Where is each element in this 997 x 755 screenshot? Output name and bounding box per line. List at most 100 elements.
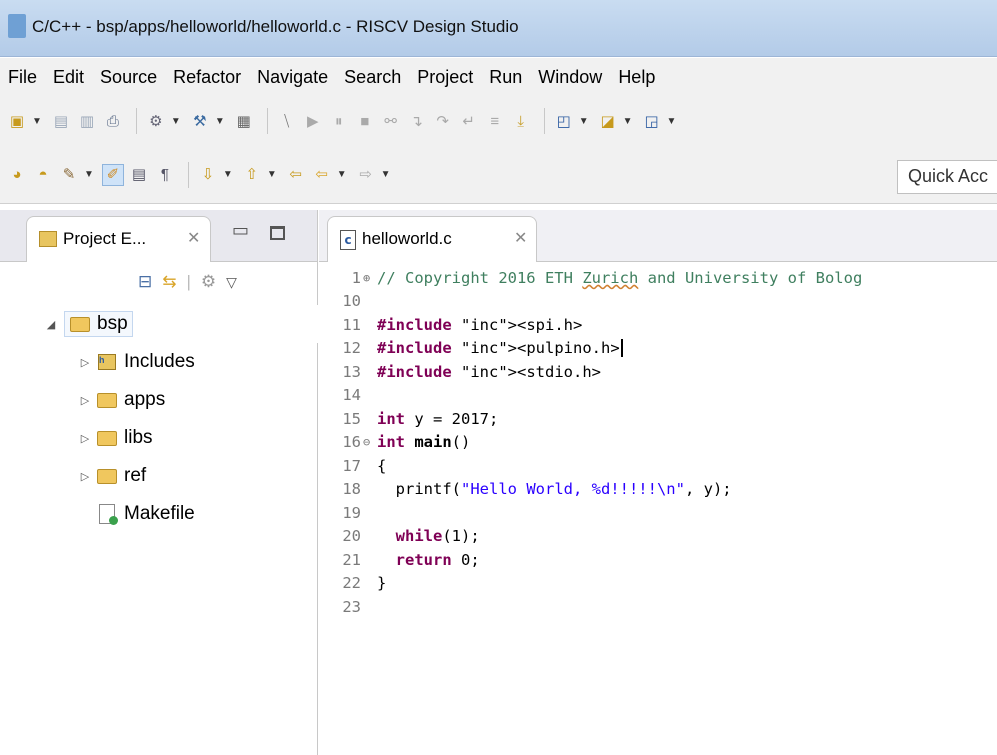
- code-line: 20 while(1);: [319, 525, 997, 549]
- drop-to-frame-icon[interactable]: ⤓: [510, 110, 532, 132]
- tab-helloworld-c[interactable]: c helloworld.c ✕: [327, 216, 537, 262]
- step-return-icon[interactable]: ↵: [458, 110, 480, 132]
- menu-project[interactable]: Project: [417, 67, 473, 88]
- previous-annotation-dropdown-icon[interactable]: ▼: [267, 169, 277, 180]
- step-into-icon[interactable]: ↴: [406, 110, 428, 132]
- new-file-dropdown-icon[interactable]: ▼: [667, 116, 677, 127]
- project-explorer-panel: Project E... ✕ ▭ ⊟ ⇆ | ⚙ ▽ ◢ bsp ▷ h Inc…: [0, 210, 318, 755]
- collapse-all-icon[interactable]: ⊟: [138, 272, 152, 292]
- filters-icon[interactable]: ⚙: [201, 272, 216, 292]
- tree-item-libs[interactable]: ▷ libs: [0, 419, 318, 457]
- window-title: C/C++ - bsp/apps/helloworld/helloworld.c…: [32, 17, 519, 36]
- code-text: // Copyright 2016 ETH Zurich and Univers…: [377, 268, 863, 287]
- main-toolbar: ▣ ▼ ▤ ▥ ⎙ ⚙ ▼ ⚒ ▼ ▦ ⧹ ▶ ⏸ ■ ⚯ ↴ ↷ ↵ ≡ ⤓ ◰ ▼ …: [0, 96, 997, 146]
- search-brush-icon[interactable]: ✎: [58, 164, 80, 186]
- code-text: while(1);: [395, 527, 480, 546]
- line-number: 13: [342, 362, 361, 381]
- code-line: 16 ⊖ int main(): [319, 431, 997, 455]
- save-icon[interactable]: ▤: [50, 110, 72, 132]
- forward-dropdown-icon[interactable]: ▼: [381, 169, 391, 180]
- toolbar-separator: [266, 108, 268, 134]
- tree-item-label: Makefile: [124, 503, 195, 524]
- c-file-icon: c: [340, 230, 356, 250]
- next-annotation-dropdown-icon[interactable]: ▼: [223, 169, 233, 180]
- tree-item-makefile[interactable]: Makefile: [0, 495, 318, 533]
- code-line: 17 {: [319, 454, 997, 478]
- build-dropdown-icon[interactable]: ▼: [215, 116, 225, 127]
- code-line: 12 #include "inc"><pulpino.h>: [319, 337, 997, 361]
- menu-edit[interactable]: Edit: [53, 67, 84, 88]
- menu-help[interactable]: Help: [618, 67, 655, 88]
- new-dropdown-icon[interactable]: ▼: [32, 116, 42, 127]
- app-icon: [8, 14, 26, 38]
- save-all-icon[interactable]: ▥: [76, 110, 98, 132]
- new-icon[interactable]: ▣: [6, 110, 28, 132]
- tree-item-label: bsp: [97, 313, 128, 334]
- link-with-editor-icon[interactable]: ⇆: [162, 272, 176, 292]
- project-explorer-tools: ⊟ ⇆ | ⚙ ▽: [138, 272, 247, 292]
- menu-window[interactable]: Window: [538, 67, 602, 88]
- show-whitespace-icon[interactable]: ¶: [154, 164, 176, 186]
- new-project-dropdown-icon[interactable]: ▼: [579, 116, 589, 127]
- expand-arrow-icon[interactable]: ▷: [78, 356, 92, 369]
- next-annotation-icon[interactable]: ⇩: [197, 164, 219, 186]
- back-icon[interactable]: ⇦: [311, 164, 333, 186]
- tree-item-apps[interactable]: ▷ apps: [0, 381, 318, 419]
- view-menu-icon[interactable]: ▽: [226, 274, 237, 291]
- last-edit-icon[interactable]: ⇦: [285, 164, 307, 186]
- collapse-fold-icon[interactable]: ⊖: [363, 435, 377, 449]
- skip-breakpoints-icon[interactable]: ⧹: [276, 110, 298, 132]
- step-over-icon[interactable]: ↷: [432, 110, 454, 132]
- back-dropdown-icon[interactable]: ▼: [337, 169, 347, 180]
- menu-file[interactable]: File: [8, 67, 37, 88]
- expand-arrow-icon[interactable]: ▷: [78, 470, 92, 483]
- open-element-icon[interactable]: ◓: [32, 164, 54, 186]
- build-settings-dropdown-icon[interactable]: ▼: [171, 116, 181, 127]
- new-folder-dropdown-icon[interactable]: ▼: [623, 116, 633, 127]
- build-settings-icon[interactable]: ⚙: [145, 110, 167, 132]
- menu-source[interactable]: Source: [100, 67, 157, 88]
- tree-item-bsp[interactable]: ◢ bsp: [0, 305, 318, 343]
- build-hammer-icon[interactable]: ⚒: [189, 110, 211, 132]
- disconnect-icon[interactable]: ⚯: [380, 110, 402, 132]
- close-icon[interactable]: ✕: [514, 228, 527, 248]
- suspend-icon[interactable]: ⏸: [328, 110, 350, 132]
- new-source-folder-icon[interactable]: ◪: [597, 110, 619, 132]
- code-line: 10: [319, 290, 997, 314]
- previous-annotation-icon[interactable]: ⇧: [241, 164, 263, 186]
- code-line: 21 return 0;: [319, 548, 997, 572]
- forward-icon[interactable]: ⇨: [355, 164, 377, 186]
- print-icon[interactable]: ⎙: [102, 110, 124, 132]
- tree-item-label: Includes: [124, 351, 195, 372]
- code-area[interactable]: 1 ⊕ // Copyright 2016 ETH Zurich and Uni…: [319, 266, 997, 619]
- search-dropdown-icon[interactable]: ▼: [84, 169, 94, 180]
- maximize-icon[interactable]: [270, 226, 285, 240]
- expand-fold-icon[interactable]: ⊕: [363, 271, 377, 285]
- editor-tabbar: c helloworld.c ✕: [319, 210, 997, 262]
- menu-navigate[interactable]: Navigate: [257, 67, 328, 88]
- menu-refactor[interactable]: Refactor: [173, 67, 241, 88]
- block-selection-icon[interactable]: ▤: [128, 164, 150, 186]
- instruction-step-icon[interactable]: ≡: [484, 110, 506, 132]
- new-source-file-icon[interactable]: ◲: [641, 110, 663, 132]
- resume-icon[interactable]: ▶: [302, 110, 324, 132]
- tree-item-ref[interactable]: ▷ ref: [0, 457, 318, 495]
- close-icon[interactable]: ✕: [187, 228, 200, 248]
- highlight-icon[interactable]: ✐: [101, 163, 124, 186]
- expand-arrow-icon[interactable]: ▷: [78, 432, 92, 445]
- quick-access-input[interactable]: Quick Acc: [897, 160, 997, 194]
- open-type-icon[interactable]: ◕: [6, 164, 28, 186]
- tab-project-explorer[interactable]: Project E... ✕: [26, 216, 211, 262]
- expand-arrow-icon[interactable]: ▷: [78, 394, 92, 407]
- terminate-icon[interactable]: ■: [354, 110, 376, 132]
- folder-icon: [96, 390, 118, 410]
- minimize-icon[interactable]: ▭: [232, 220, 249, 241]
- menu-search[interactable]: Search: [344, 67, 401, 88]
- code-text: int y = 2017;: [377, 409, 499, 428]
- tree-item-includes[interactable]: ▷ h Includes: [0, 343, 318, 381]
- new-cpp-project-icon[interactable]: ◰: [553, 110, 575, 132]
- toolbar-separator: [543, 108, 545, 134]
- menu-run[interactable]: Run: [489, 67, 522, 88]
- collapse-arrow-icon[interactable]: ◢: [44, 318, 58, 331]
- binary-icon[interactable]: ▦: [233, 110, 255, 132]
